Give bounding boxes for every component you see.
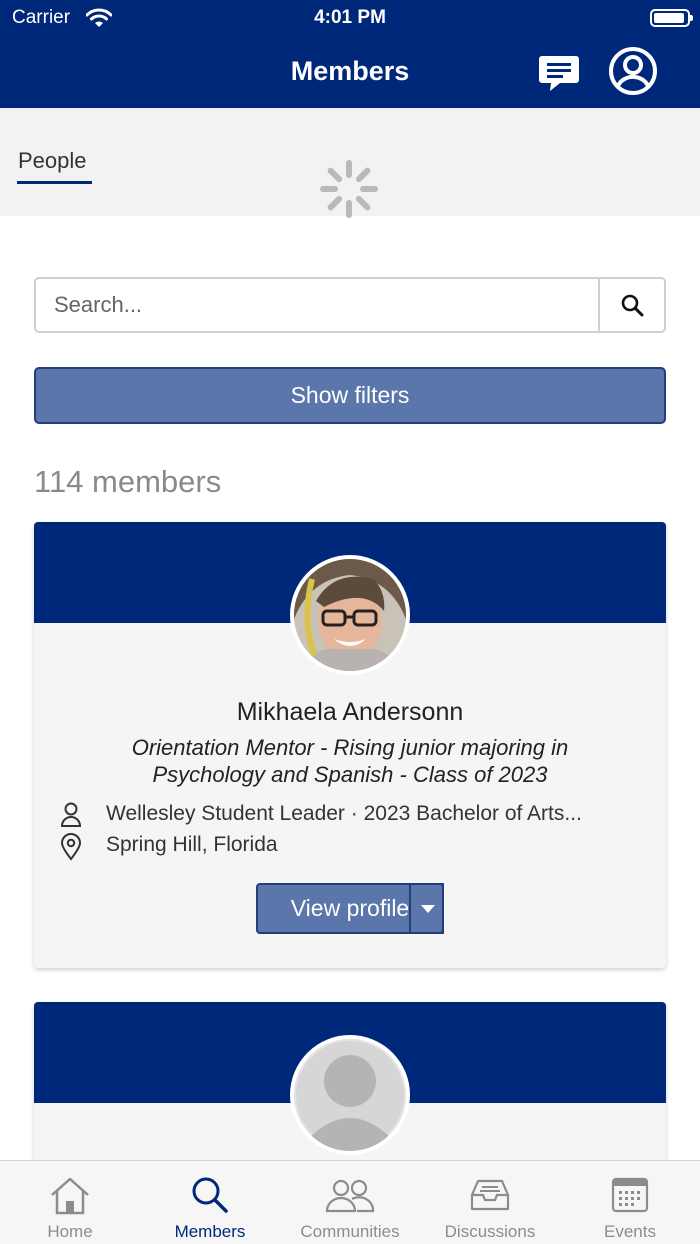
home-icon [51,1177,89,1215]
member-name: Mikhaela Andersonn [236,698,464,726]
tab-communities-label: Communities [300,1222,400,1241]
search-button[interactable] [598,279,664,331]
status-bar: Carrier 4:01 PM [0,0,700,40]
default-avatar-icon [294,1039,406,1151]
show-filters-button[interactable]: Show filters [34,367,666,424]
tab-home-label: Home [47,1222,93,1241]
avatar-placeholder[interactable] [290,1035,410,1155]
member-headline: Orientation Mentor - Rising junior major… [131,735,569,787]
member-card: Mikhaela Andersonn Orientation Mentor - … [34,522,666,968]
bottom-tab-bar: Home Members Communities Discussions Eve… [0,1160,700,1244]
tab-events-label: Events [604,1222,656,1241]
chat-bubble-icon[interactable] [538,52,580,94]
tab-strip: People [0,108,700,218]
tab-members[interactable]: Members [140,1161,280,1244]
location-pin-icon [60,833,82,861]
clock: 4:01 PM [314,7,386,28]
search-input[interactable] [36,279,600,331]
tab-communities[interactable]: Communities [280,1161,420,1244]
person-icon [60,802,82,827]
avatar[interactable] [290,555,410,675]
user-circle-icon[interactable] [608,46,658,96]
page-title: Members [290,56,410,86]
people-icon [325,1179,375,1213]
tab-selected-indicator [17,181,92,184]
tab-discussions[interactable]: Discussions [420,1161,560,1244]
inbox-icon [470,1179,510,1211]
calendar-icon [611,1177,649,1213]
search-icon [192,1177,228,1213]
search-icon [621,294,644,317]
nav-bar: Members [0,40,700,108]
member-affiliation: Wellesley Student Leader · 2023 Bachelor… [106,802,582,825]
member-location: Spring Hill, Florida [106,833,278,856]
tab-home[interactable]: Home [0,1161,140,1244]
view-profile-dropdown-toggle[interactable] [409,883,444,934]
tab-members-label: Members [174,1222,246,1241]
member-count: 114 members [34,464,222,499]
battery-icon [650,9,693,27]
search-box [34,277,666,333]
loading-spinner-icon [320,160,378,218]
tab-people[interactable]: People [18,148,87,174]
tab-discussions-label: Discussions [444,1222,536,1241]
tab-events[interactable]: Events [560,1161,700,1244]
